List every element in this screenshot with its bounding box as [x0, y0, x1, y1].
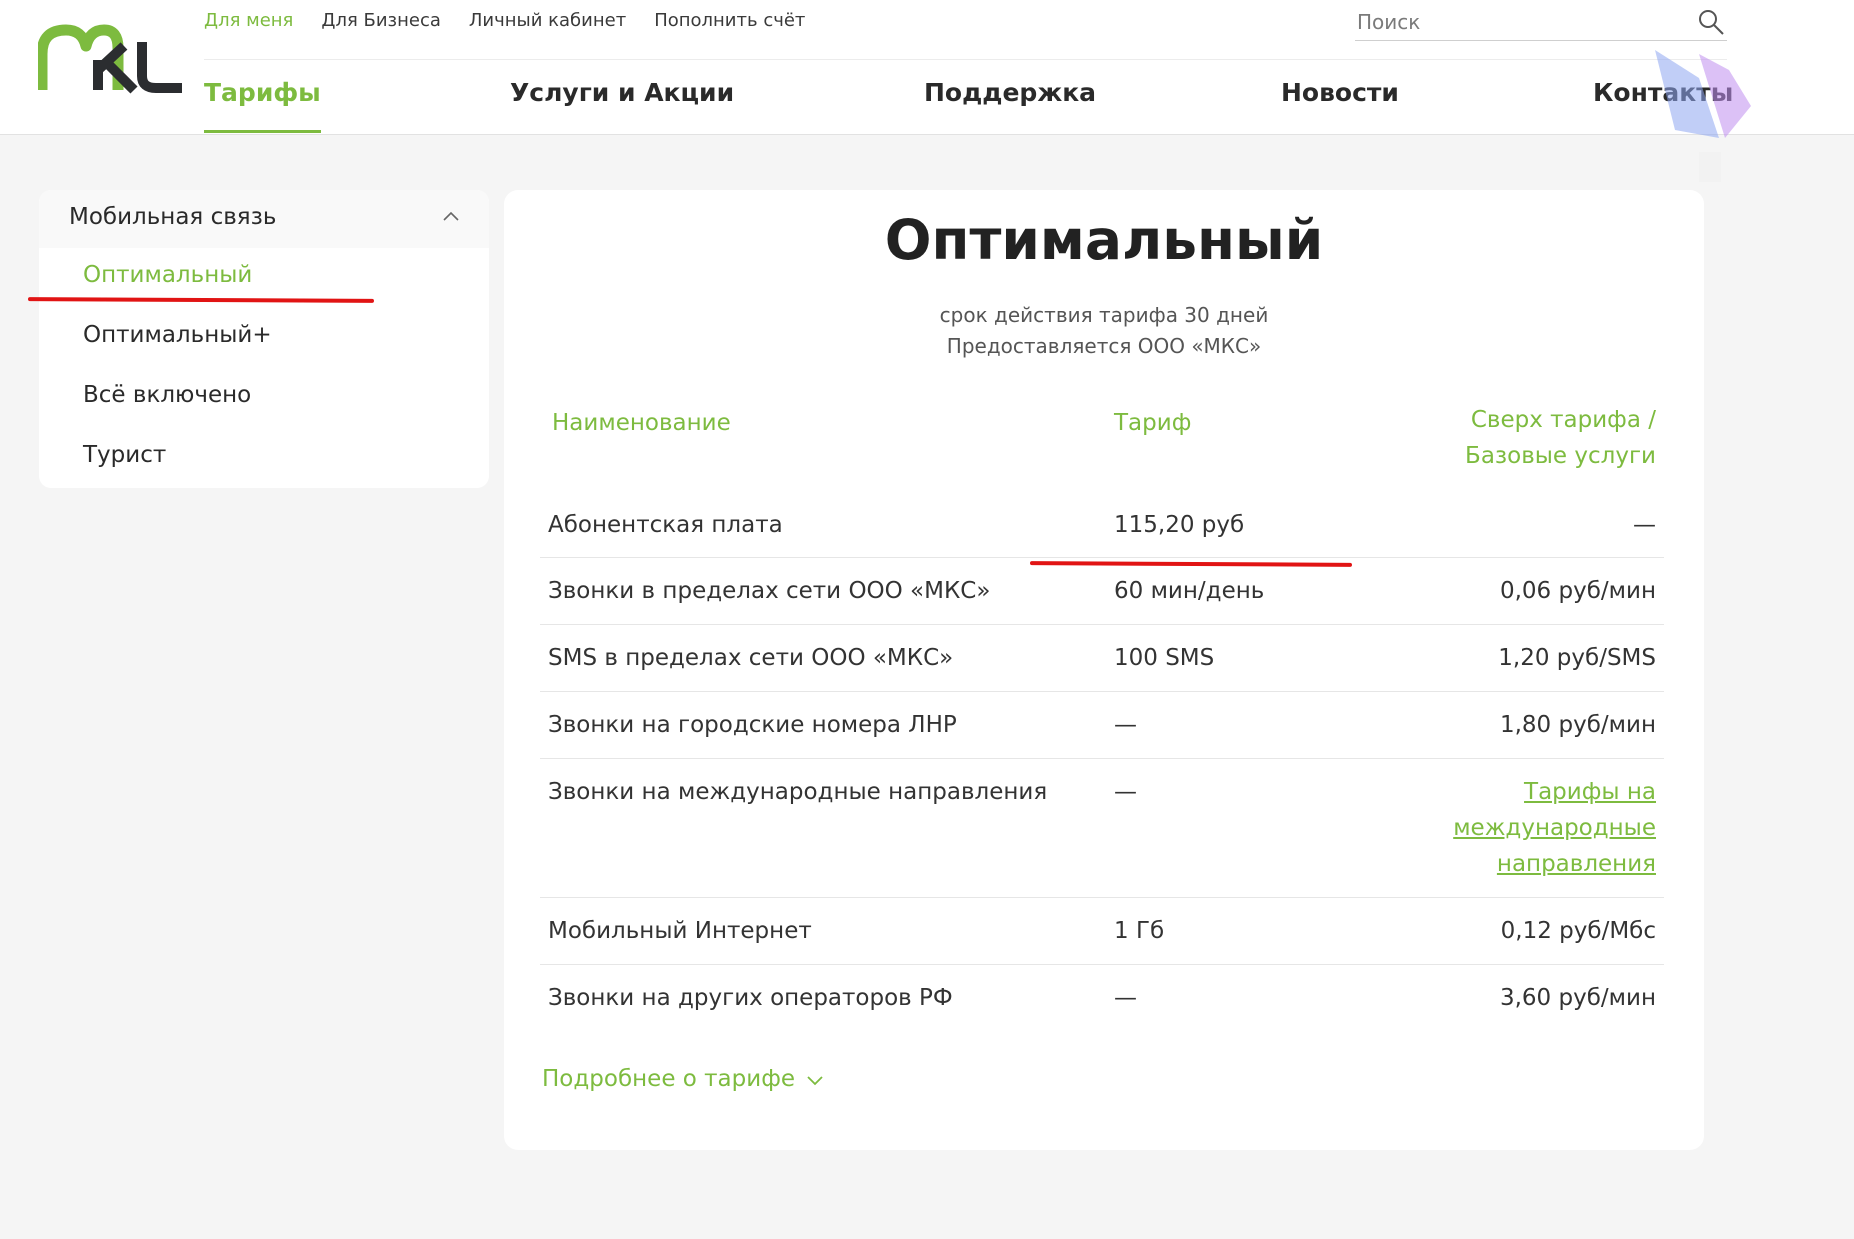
- tariff-sidebar: Мобильная связь Оптимальный Оптимальный+…: [39, 190, 489, 488]
- row-tariff: 100 SMS: [1114, 645, 1215, 671]
- tariff-subtitle: срок действия тарифа 30 дней Предоставля…: [504, 300, 1704, 362]
- table-row: SMS в пределах сети ООО «МКС» 100 SMS 1,…: [540, 624, 1664, 692]
- chevron-down-icon: [807, 1075, 823, 1085]
- topnav-personal-account[interactable]: Личный кабинет: [469, 10, 626, 31]
- row-name: Звонки в пределах сети ООО «МКС»: [548, 578, 991, 604]
- row-extra: Тарифы на международные направления: [1453, 774, 1656, 882]
- tariff-card: Оптимальный срок действия тарифа 30 дней…: [504, 190, 1704, 1150]
- row-tariff: —: [1114, 712, 1137, 738]
- main-nav: Тарифы Услуги и Акции Поддержка Новости …: [204, 78, 1733, 134]
- row-extra: —: [1633, 512, 1656, 538]
- sidebar-item-optimal[interactable]: Оптимальный: [83, 262, 252, 288]
- sidebar-item-tourist[interactable]: Турист: [83, 442, 166, 468]
- table-row: Звонки на городские номера ЛНР — 1,80 ру…: [540, 691, 1664, 759]
- sidebar-item-all-inclusive[interactable]: Всё включено: [83, 382, 251, 408]
- international-rates-link[interactable]: Тарифы на международные направления: [1453, 779, 1656, 877]
- table-row: Абонентская плата 115,20 руб —: [540, 512, 1664, 557]
- sidebar-section-title: Мобильная связь: [69, 204, 277, 230]
- row-extra: 3,60 руб/мин: [1499, 985, 1656, 1011]
- table-row: Звонки на международные направления — Та…: [540, 758, 1664, 898]
- row-tariff: —: [1114, 985, 1137, 1011]
- row-name: Звонки на других операторов РФ: [548, 985, 953, 1011]
- top-nav: Для меня Для Бизнеса Личный кабинет Попо…: [204, 10, 805, 31]
- table-row: Звонки в пределах сети ООО «МКС» 60 мин/…: [540, 557, 1664, 625]
- column-header-name: Наименование: [552, 410, 731, 436]
- row-extra: 0,12 руб/Мбс: [1500, 918, 1656, 944]
- nav-services[interactable]: Услуги и Акции: [510, 78, 734, 107]
- topnav-for-me[interactable]: Для меня: [204, 10, 293, 31]
- sidebar-item-optimal-plus[interactable]: Оптимальный+: [83, 322, 272, 348]
- table-row: Мобильный Интернет 1 Гб 0,12 руб/Мбс: [540, 897, 1664, 965]
- sidebar-section-header[interactable]: Мобильная связь: [39, 190, 489, 248]
- nav-news[interactable]: Новости: [1281, 78, 1399, 107]
- row-tariff: 1 Гб: [1114, 918, 1165, 944]
- column-header-tariff: Тариф: [1114, 410, 1192, 436]
- search-input[interactable]: [1355, 6, 1677, 38]
- nav-tariffs[interactable]: Тарифы: [204, 78, 321, 133]
- more-about-tariff-label: Подробнее о тарифе: [542, 1066, 796, 1092]
- more-about-tariff-link[interactable]: Подробнее о тарифе: [542, 1066, 824, 1092]
- tariff-duration: срок действия тарифа 30 дней: [939, 303, 1269, 327]
- tariff-title: Оптимальный: [884, 208, 1324, 272]
- table-row: Звонки на других операторов РФ — 3,60 ру…: [540, 964, 1664, 1032]
- row-name: SMS в пределах сети ООО «МКС»: [548, 645, 954, 671]
- row-name: Звонки на международные направления: [548, 779, 1048, 805]
- row-tariff: —: [1114, 779, 1137, 805]
- row-tariff: 115,20 руб: [1114, 512, 1245, 538]
- tariff-provider: Предоставляется ООО «МКС»: [946, 334, 1262, 358]
- mks-logo[interactable]: [38, 24, 184, 94]
- column-header-extra: Сверх тарифа / Базовые услуги: [1465, 402, 1656, 474]
- row-name: Мобильный Интернет: [548, 918, 812, 944]
- row-extra: 1,80 руб/мин: [1499, 712, 1656, 738]
- chevron-up-icon[interactable]: [443, 210, 459, 222]
- topnav-for-business[interactable]: Для Бизнеса: [321, 10, 441, 31]
- column-header-extra-line2: Базовые услуги: [1465, 443, 1656, 469]
- row-name: Абонентская плата: [548, 512, 783, 538]
- row-extra: 1,20 руб/SMS: [1498, 645, 1656, 671]
- search-icon[interactable]: [1697, 8, 1725, 36]
- topnav-top-up[interactable]: Пополнить счёт: [654, 10, 805, 31]
- row-name: Звонки на городские номера ЛНР: [548, 712, 957, 738]
- header-divider: [204, 59, 1727, 60]
- nav-support[interactable]: Поддержка: [924, 78, 1096, 107]
- search-box: [1355, 6, 1727, 41]
- site-header: Для меня Для Бизнеса Личный кабинет Попо…: [0, 0, 1854, 135]
- column-header-extra-line1: Сверх тарифа /: [1470, 407, 1656, 433]
- row-extra: 0,06 руб/мин: [1499, 578, 1656, 604]
- row-tariff: 60 мин/день: [1114, 578, 1265, 604]
